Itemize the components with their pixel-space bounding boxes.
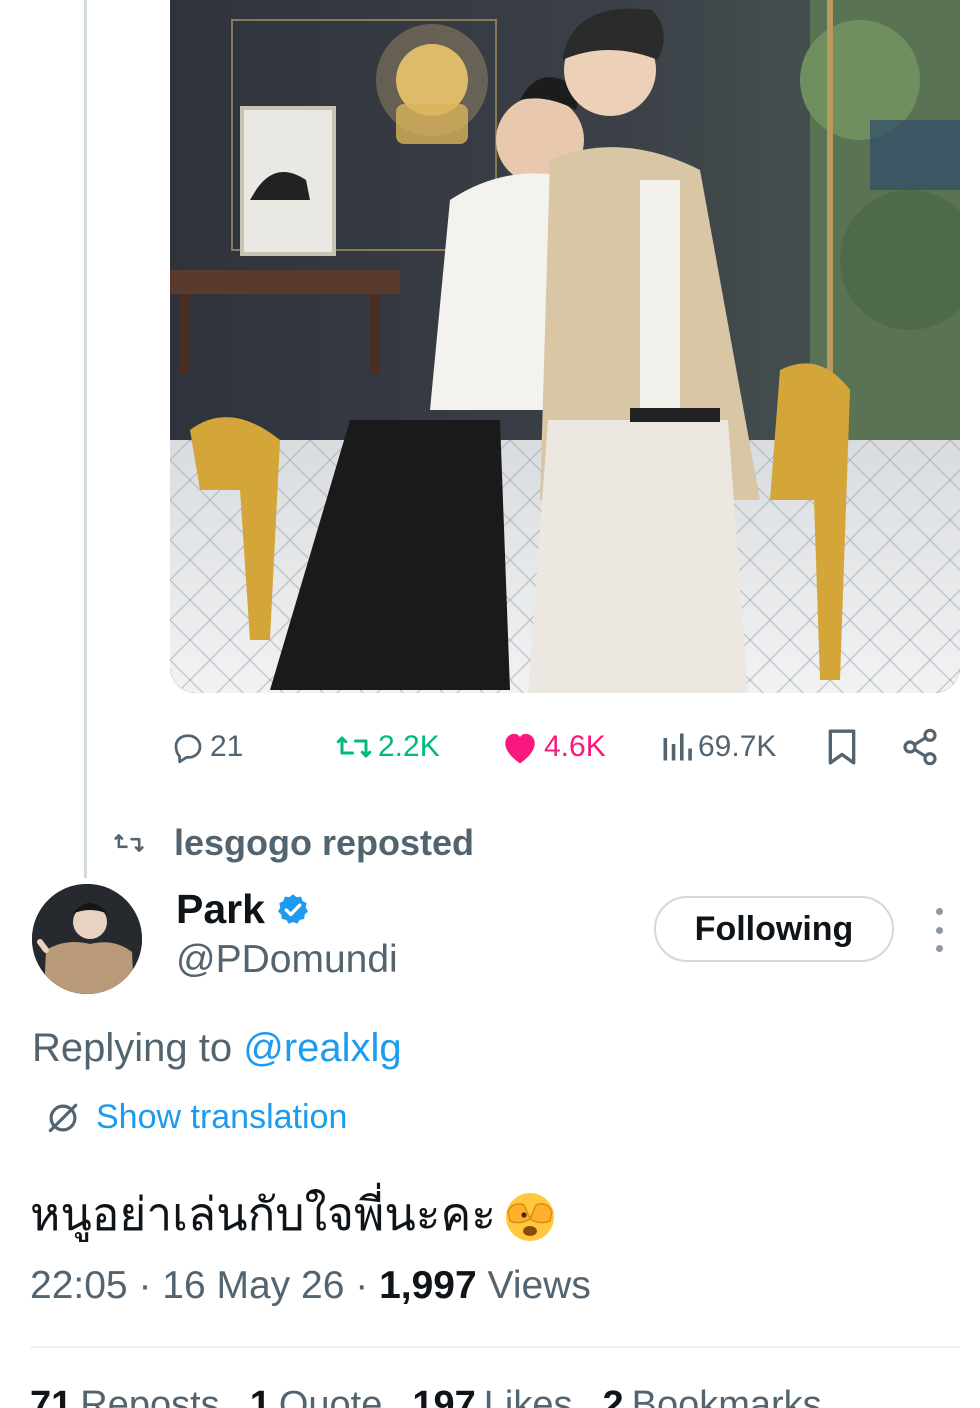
stat-reposts-label: Reposts <box>80 1384 220 1408</box>
repost-indicator-svg <box>114 834 144 852</box>
bookmark-button[interactable] <box>824 722 860 772</box>
face-with-peeking-eye-icon <box>500 1185 560 1245</box>
tweet-time[interactable]: 22:05 <box>30 1264 128 1307</box>
more-options-icon[interactable] <box>926 908 952 952</box>
avatar-image <box>32 884 142 994</box>
stat-reposts[interactable]: 71 Reposts <box>30 1384 220 1408</box>
tweet-photo[interactable] <box>170 0 960 693</box>
tweet-action-bar: 21 2.2K 4.6K 69.7K <box>0 722 980 772</box>
engagement-stats: 71 Reposts 1 Quote 197 Likes 2 Bookmarks <box>30 1384 822 1408</box>
photo-illustration <box>170 0 960 693</box>
tweet-meta: 22:05 · 16 May 26 · 1,997 Views <box>30 1264 591 1308</box>
stat-bookmarks-count: 2 <box>602 1384 624 1408</box>
replying-to-prefix: Replying to <box>32 1026 244 1070</box>
stat-likes[interactable]: 197 Likes <box>412 1384 572 1408</box>
stat-likes-label: Likes <box>483 1384 573 1408</box>
repost-banner-text: lesgogo reposted <box>174 822 475 863</box>
repost-indicator-icon <box>112 829 146 857</box>
reply-mention-link[interactable]: @realxlg <box>243 1026 401 1070</box>
verified-badge-icon <box>275 892 311 928</box>
verified-badge-svg <box>277 893 308 924</box>
divider <box>30 1346 960 1348</box>
author-name-text: Park <box>176 886 265 932</box>
views-count: 69.7K <box>698 730 777 763</box>
avatar[interactable] <box>32 884 142 994</box>
analytics-icon <box>663 733 692 761</box>
show-translation-label: Show translation <box>96 1098 348 1136</box>
stat-quotes-label: Quote <box>278 1384 383 1408</box>
tweet-body: หนูอย่าเล่นกับใจพี่นะคะ <box>30 1178 560 1251</box>
like-count: 4.6K <box>544 730 606 763</box>
tweet-date[interactable]: 16 May 26 <box>162 1264 344 1307</box>
like-button[interactable]: 4.6K <box>500 722 606 772</box>
reply-icon <box>174 734 202 764</box>
emoji-svg <box>505 1192 554 1241</box>
author-handle[interactable]: @PDomundi <box>176 938 398 982</box>
repost-icon <box>336 736 372 758</box>
tweet-views-label: Views <box>487 1264 591 1307</box>
meta-separator: · <box>355 1264 380 1307</box>
heart-icon <box>505 733 535 764</box>
tweet-text: หนูอย่าเล่นกับใจพี่นะคะ <box>30 1187 496 1241</box>
repost-banner[interactable]: lesgogo reposted <box>112 820 474 866</box>
following-button[interactable]: Following <box>654 896 894 962</box>
views-button[interactable]: 69.7K <box>660 722 776 772</box>
meta-separator: · <box>138 1264 163 1307</box>
replying-to: Replying to @realxlg <box>32 1026 402 1071</box>
repost-button[interactable]: 2.2K <box>334 722 440 772</box>
stat-likes-count: 197 <box>412 1384 476 1408</box>
stat-quotes-count: 1 <box>249 1384 271 1408</box>
tweet-views-count: 1,997 <box>379 1264 477 1307</box>
show-translation-link[interactable]: Show translation <box>44 1098 347 1137</box>
share-icon <box>903 728 937 766</box>
share-button[interactable] <box>900 722 940 772</box>
stat-bookmarks-label: Bookmarks <box>631 1384 822 1408</box>
stat-bookmarks[interactable]: 2 Bookmarks <box>602 1384 821 1408</box>
repost-count: 2.2K <box>378 730 440 763</box>
translate-icon <box>48 1103 78 1132</box>
author-display-name[interactable]: Park <box>176 886 311 933</box>
stat-reposts-count: 71 <box>30 1384 73 1408</box>
stat-quotes[interactable]: 1 Quote <box>250 1384 383 1408</box>
bookmark-icon <box>828 729 856 765</box>
reply-button[interactable]: 21 <box>170 722 243 772</box>
reply-count: 21 <box>210 730 244 763</box>
